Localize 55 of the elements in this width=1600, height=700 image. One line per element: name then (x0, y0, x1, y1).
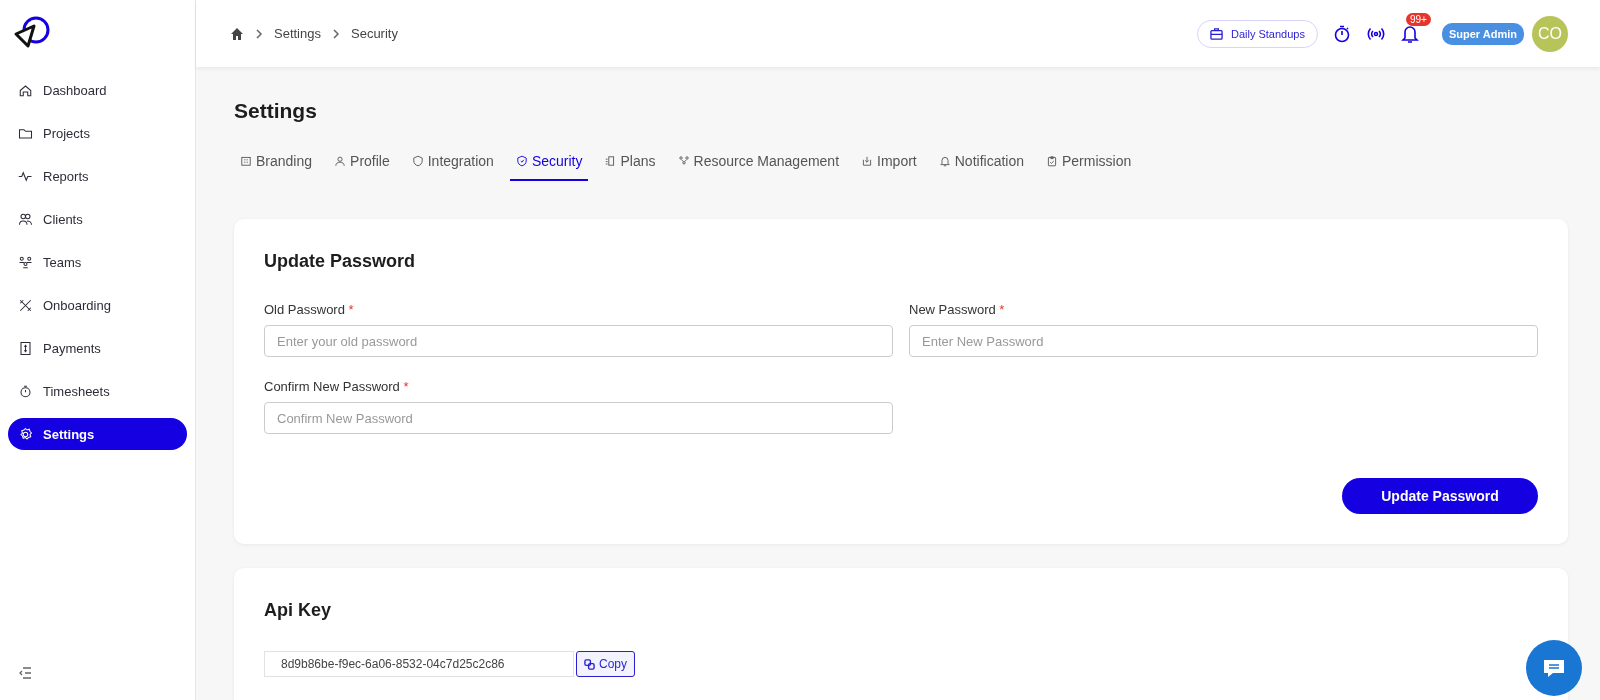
clipboard-check-icon (1046, 155, 1058, 167)
settings-tab[interactable]: Resource Management (671, 149, 846, 181)
copy-button[interactable]: Copy (576, 651, 635, 677)
download-icon (861, 155, 874, 167)
team-icon (18, 254, 33, 270)
update-password-button[interactable]: Update Password (1342, 478, 1538, 514)
page-title: Settings (234, 99, 318, 123)
settings-tab[interactable]: Branding (234, 149, 319, 181)
home-icon[interactable] (230, 26, 244, 41)
sidebar-item[interactable]: Timesheets (8, 375, 187, 407)
user-icon (334, 155, 347, 167)
field-label: Old Password * (264, 302, 355, 317)
users-icon (18, 211, 33, 227)
settings-tab[interactable]: Profile (328, 149, 396, 181)
home-icon (18, 82, 33, 98)
briefcase-icon (1209, 27, 1223, 40)
building-icon (240, 155, 252, 167)
sidebar-item[interactable]: Teams (8, 246, 187, 278)
api-key-field[interactable]: 8d9b86be-f9ec-6a06-8532-04c7d25c2c86 (264, 651, 574, 677)
settings-tab[interactable]: Integration (405, 149, 500, 181)
notification-badge: 99+ (1405, 12, 1431, 26)
sidebar-item[interactable]: Reports (8, 160, 187, 192)
card-title: Api Key (264, 600, 333, 621)
collapse-menu-icon[interactable] (18, 666, 32, 680)
breadcrumb-item[interactable]: Settings (274, 26, 321, 41)
sidebar-item[interactable]: Settings (8, 418, 187, 450)
password-field[interactable]: Enter your old password (264, 325, 893, 357)
settings-tab[interactable]: Plans (598, 149, 662, 181)
gear-icon (18, 426, 33, 442)
sidebar-item[interactable]: Payments (8, 332, 187, 364)
sidebar-item[interactable]: Onboarding (8, 289, 187, 321)
field-label: Confirm New Password * (264, 379, 410, 394)
card-title: Update Password (264, 251, 417, 272)
sidebar-item[interactable]: Projects (8, 117, 187, 149)
sidebar-item[interactable]: Dashboard (8, 74, 187, 106)
network-icon (677, 155, 690, 167)
role-badge: Super Admin (1441, 22, 1524, 45)
password-field[interactable]: Confirm New Password (264, 402, 893, 434)
sidebar-item[interactable]: Clients (8, 203, 187, 235)
stopwatch-icon (18, 383, 33, 399)
chevron-right-icon (331, 28, 341, 39)
settings-tab[interactable]: Security (509, 149, 589, 181)
chevron-right-icon (254, 28, 264, 39)
copy-icon (584, 658, 595, 670)
shield-icon (411, 155, 424, 167)
daily-standups-button[interactable]: Daily Standups (1196, 19, 1318, 48)
settings-tab[interactable]: Notification (932, 149, 1030, 181)
password-field[interactable]: Enter New Password (909, 325, 1538, 357)
settings-tab[interactable]: Import (855, 149, 923, 181)
field-label: New Password * (909, 302, 1006, 317)
server-icon (604, 155, 617, 167)
shield-check-icon (515, 155, 528, 167)
settings-tab[interactable]: Permission (1040, 149, 1138, 181)
breadcrumb-item[interactable]: Security (351, 26, 398, 41)
bell-icon (938, 155, 951, 167)
